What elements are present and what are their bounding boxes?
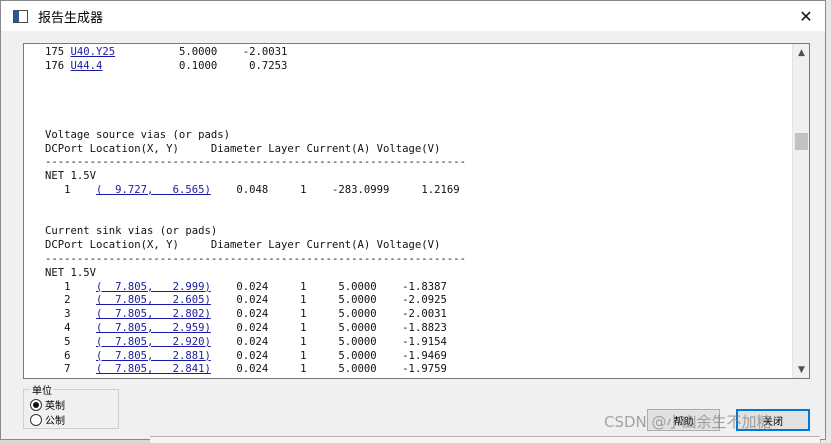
chevron-up-icon: ▲ xyxy=(798,47,805,58)
report-text: 5 xyxy=(45,335,97,348)
report-line xyxy=(45,87,785,101)
report-line: DCPort Location(X, Y) Diameter Layer Cur… xyxy=(45,143,785,157)
report-line xyxy=(45,74,785,88)
report-line xyxy=(45,115,785,129)
radio-indicator-metric[interactable] xyxy=(30,413,42,426)
units-group: 单位 英制 公制 xyxy=(23,382,119,429)
scroll-down-button[interactable]: ▼ xyxy=(793,361,809,378)
report-text: 175 xyxy=(45,46,71,58)
report-line xyxy=(45,198,785,212)
report-text: ----------------------------------------… xyxy=(45,156,466,169)
report-line: 175 U40.Y25 5.0000 -2.0031 xyxy=(45,46,785,60)
report-text: 5.0000 -2.0031 xyxy=(115,46,288,58)
title-bar[interactable]: 报告生成器 ✕ xyxy=(1,1,825,31)
report-text: Current sink vias (or pads) xyxy=(45,225,218,238)
report-link[interactable]: ( 7.805, 2.841) xyxy=(96,363,211,375)
close-icon: ✕ xyxy=(799,6,813,26)
report-link[interactable]: U44.4 xyxy=(71,60,103,72)
app-window-icon xyxy=(13,10,28,23)
report-text: 0.048 1 -283.0999 1.2169 xyxy=(210,183,460,196)
report-link[interactable]: ( 7.805, 2.959) xyxy=(96,322,211,334)
window-title: 报告生成器 xyxy=(38,11,104,26)
report-text: 0.1000 0.7253 xyxy=(102,59,288,72)
report-text: 0.024 1 5.0000 -1.9469 xyxy=(210,349,447,362)
radio-imperial[interactable]: 英制 xyxy=(30,397,65,412)
report-text: 1 xyxy=(45,280,97,293)
scroll-thumb[interactable] xyxy=(795,133,808,150)
report-text: 1 xyxy=(45,183,97,196)
report-link[interactable]: ( 7.805, 2.881) xyxy=(96,350,211,362)
radio-label-imperial: 英制 xyxy=(45,401,65,412)
report-line: 6 ( 7.805, 2.881) 0.024 1 5.0000 -1.9469 xyxy=(45,350,785,364)
report-line: ----------------------------------------… xyxy=(45,156,785,170)
report-link[interactable]: U40.Y25 xyxy=(71,46,116,58)
report-line: 1 ( 7.805, 2.999) 0.024 1 5.0000 -1.8387 xyxy=(45,281,785,295)
report-text: 4 xyxy=(45,321,97,334)
report-line: 2 ( 7.805, 2.605) 0.024 1 5.0000 -2.0925 xyxy=(45,294,785,308)
report-text: 0.024 1 5.0000 -1.8823 xyxy=(210,321,447,334)
report-text: 0.024 1 5.0000 -1.9154 xyxy=(210,335,447,348)
report-line: Current sink vias (or pads) xyxy=(45,225,785,239)
report-line: DCPort Location(X, Y) Diameter Layer Cur… xyxy=(45,239,785,253)
chevron-down-icon: ▼ xyxy=(798,364,805,375)
report-line: NET 1.5V xyxy=(45,170,785,184)
scroll-up-button[interactable]: ▲ xyxy=(793,44,809,61)
report-text-area[interactable]: 175 U40.Y25 5.0000 -2.0031 176 U44.4 0.10… xyxy=(23,43,810,379)
underlying-window-strip xyxy=(150,436,820,443)
report-text: 7 xyxy=(45,363,97,376)
report-line: 4 ( 7.805, 2.959) 0.024 1 5.0000 -1.8823 xyxy=(45,322,785,336)
report-line: NET 1.5V xyxy=(45,267,785,281)
report-line: ----------------------------------------… xyxy=(45,253,785,267)
report-link[interactable]: ( 7.805, 2.802) xyxy=(96,308,211,320)
report-line: 5 ( 7.805, 2.920) 0.024 1 5.0000 -1.9154 xyxy=(45,336,785,350)
report-line xyxy=(45,101,785,115)
report-line: 3 ( 7.805, 2.802) 0.024 1 5.0000 -2.0031 xyxy=(45,308,785,322)
report-line: 7 ( 7.805, 2.841) 0.024 1 5.0000 -1.9759 xyxy=(45,363,785,377)
report-text: 176 xyxy=(45,59,71,72)
report-link[interactable]: ( 7.805, 2.920) xyxy=(96,336,211,348)
report-text: ----------------------------------------… xyxy=(45,252,466,265)
report-text: 0.024 1 5.0000 -2.0031 xyxy=(210,308,447,321)
report-generator-dialog: 报告生成器 ✕ 175 U40.Y25 5.0000 -2.0031 176 U4… xyxy=(0,0,826,440)
report-content: 175 U40.Y25 5.0000 -2.0031 176 U44.4 0.10… xyxy=(45,46,785,377)
report-text: 2 xyxy=(45,294,97,307)
report-text: 6 xyxy=(45,349,97,362)
report-link[interactable]: ( 7.805, 2.605) xyxy=(96,294,211,306)
report-text: 0.024 1 5.0000 -2.0925 xyxy=(210,294,447,307)
report-line xyxy=(45,212,785,226)
report-text: NET 1.5V xyxy=(45,170,97,183)
radio-label-metric: 公制 xyxy=(45,416,65,427)
report-text: 0.024 1 5.0000 -1.8387 xyxy=(210,280,447,293)
report-line: 176 U44.4 0.1000 0.7253 xyxy=(45,60,785,74)
close-window-button[interactable]: ✕ xyxy=(787,1,825,31)
radio-metric[interactable]: 公制 xyxy=(30,412,65,427)
report-text: Voltage source vias (or pads) xyxy=(45,128,230,141)
report-text: DCPort Location(X, Y) Diameter Layer Cur… xyxy=(45,239,441,252)
report-link[interactable]: ( 9.727, 6.565) xyxy=(96,184,211,196)
units-legend: 单位 xyxy=(30,382,54,397)
help-button[interactable]: 帮助 xyxy=(647,409,720,431)
report-link[interactable]: ( 7.805, 2.999) xyxy=(96,281,211,293)
report-line: 1 ( 9.727, 6.565) 0.048 1 -283.0999 1.21… xyxy=(45,184,785,198)
report-text: 0.024 1 5.0000 -1.9759 xyxy=(210,363,447,376)
close-button[interactable]: 关闭 xyxy=(736,409,810,431)
report-text: DCPort Location(X, Y) Diameter Layer Cur… xyxy=(45,142,441,155)
report-line: Voltage source vias (or pads) xyxy=(45,129,785,143)
report-text: 3 xyxy=(45,308,97,321)
report-text: NET 1.5V xyxy=(45,266,97,279)
vertical-scrollbar[interactable]: ▲ ▼ xyxy=(792,44,809,378)
radio-indicator-imperial[interactable] xyxy=(30,398,42,411)
